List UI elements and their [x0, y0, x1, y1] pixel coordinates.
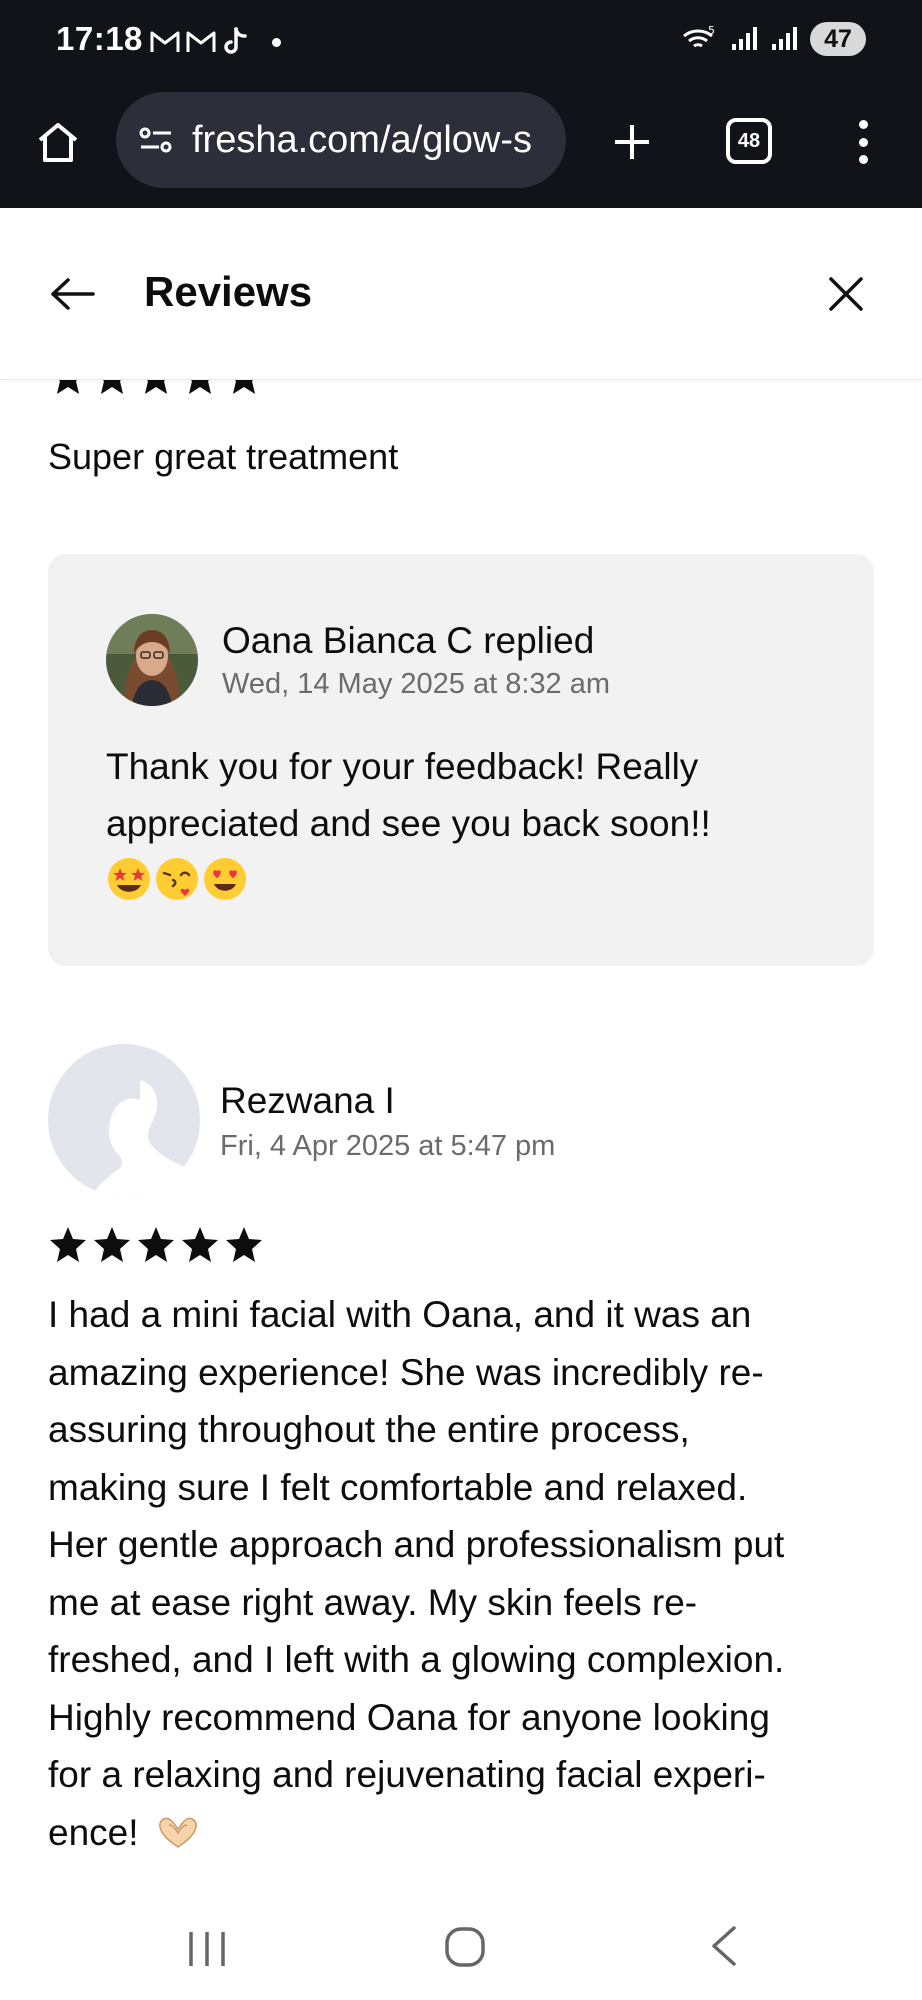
review-text-line: me at ease right away. My skin feels re-: [48, 1581, 698, 1623]
review-text: I had a mini facial with Oana, and it wa…: [48, 1286, 888, 1860]
signal-icon: [732, 27, 757, 50]
close-button[interactable]: [820, 268, 872, 320]
new-tab-button[interactable]: [604, 114, 660, 170]
menu-dot: [858, 137, 868, 147]
page-title: Reviews: [144, 268, 313, 315]
star-rating: [48, 1226, 264, 1264]
review-text-line: making sure I felt comfortable and relax…: [48, 1466, 748, 1508]
signal-icon: [772, 27, 797, 50]
star-icon: [50, 1227, 86, 1262]
battery-indicator: 47: [810, 22, 866, 56]
plus-icon: [615, 125, 649, 159]
star-icon: [94, 1227, 130, 1262]
recents-icon: [189, 1932, 225, 1966]
status-time: 17:18: [56, 20, 143, 57]
heart-hands-emoji-icon: [158, 1817, 197, 1848]
star-icon: [189, 380, 211, 394]
reply-emojis: [106, 856, 846, 902]
star-rating: [48, 380, 264, 396]
close-icon: [829, 277, 863, 311]
review-text: Super great treatment: [48, 436, 399, 477]
system-nav-bar: [0, 1860, 922, 2000]
review-text-fragment: ence!: [48, 1811, 139, 1853]
tiktok-icon: [224, 27, 247, 54]
star-icon: [138, 1227, 174, 1262]
review-text-line-last: ence!: [48, 1804, 888, 1861]
avatar: [48, 1044, 200, 1196]
review-text-line: amazing experience! She was incredibly r…: [48, 1351, 764, 1393]
back-nav-button[interactable]: [708, 1924, 740, 1973]
arrow-left-icon: [51, 278, 95, 310]
back-button[interactable]: [48, 270, 104, 318]
star-icon: [233, 380, 255, 394]
review-date: Fri, 4 Apr 2025 at 5:47 pm: [220, 1130, 556, 1162]
reviewer-name: Rezwana I: [220, 1080, 395, 1121]
star-icon: [182, 1227, 218, 1262]
status-right: 5 47: [680, 22, 866, 56]
reply-date: Wed, 14 May 2025 at 8:32 am: [222, 668, 610, 700]
reviews-header: Reviews: [0, 208, 922, 380]
reply-author: Oana Bianca C replied: [222, 620, 595, 661]
url-text[interactable]: fresha.com/a/glow-s: [192, 119, 532, 162]
star-struck-emoji-icon: [108, 858, 150, 900]
tab-switcher-button[interactable]: 48: [726, 118, 772, 164]
star-icon: [57, 380, 79, 394]
star-icon: [145, 380, 167, 394]
site-settings-icon[interactable]: [138, 125, 174, 155]
chevron-left-icon: [712, 1926, 736, 1966]
gmail-icon: [150, 31, 180, 52]
review-text-line: Highly recommend Oana for anyone looking: [48, 1696, 770, 1738]
home-nav-button[interactable]: [444, 1926, 486, 1973]
home-circle-icon: [445, 1927, 485, 1967]
gmail-icon: [186, 31, 216, 52]
review-text-line: assuring throughout the entire process,: [48, 1409, 690, 1450]
reply-text-line: Thank you for your feedback! Really: [106, 746, 699, 787]
menu-dot: [858, 155, 868, 164]
face-blowing-kiss-emoji-icon: [156, 858, 198, 900]
home-button[interactable]: [30, 114, 86, 170]
heart-eyes-emoji-icon: [204, 858, 246, 900]
home-icon: [38, 123, 78, 162]
url-bar[interactable]: fresha.com/a/glow-s: [116, 92, 566, 188]
browser-toolbar: fresha.com/a/glow-s 48: [0, 84, 922, 208]
more-options-button[interactable]: [848, 114, 878, 170]
review-text-line: for a relaxing and rejuvenating facial e…: [48, 1754, 766, 1795]
status-bar: 17:18 5 47: [0, 0, 922, 84]
svg-text:5: 5: [708, 24, 715, 37]
owner-reply: Oana Bianca C replied Wed, 14 May 2025 a…: [48, 554, 874, 966]
star-icon: [226, 1227, 262, 1262]
reply-text-line: appreciated and see you back soon!!: [106, 803, 711, 844]
reviews-list[interactable]: Super great treatment Oana Bianca C repl…: [0, 380, 922, 1860]
notification-dot: [272, 37, 281, 47]
review-text-line: freshed, and I left with a glowing compl…: [48, 1639, 785, 1680]
wifi-icon: 5: [683, 24, 715, 48]
avatar: [106, 614, 198, 706]
star-icon: [101, 380, 123, 394]
menu-dot: [858, 120, 868, 129]
reply-text: Thank you for your feedback! Really appr…: [106, 738, 846, 902]
review-text-line: I had a mini facial with Oana, and it wa…: [48, 1294, 752, 1335]
recents-button[interactable]: [186, 1930, 228, 1973]
review-text-line: Her gentle approach and professionalism …: [48, 1524, 785, 1565]
notification-icons: [150, 24, 281, 60]
